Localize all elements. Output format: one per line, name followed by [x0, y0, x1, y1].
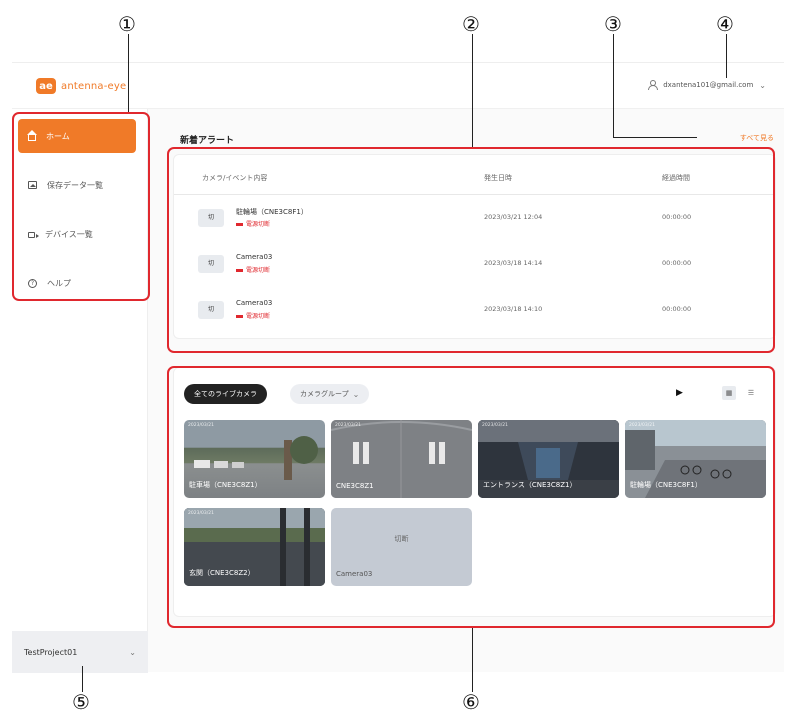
user-email: dxantena101@gmail.com	[663, 81, 754, 89]
chevron-down-icon: ⌄	[759, 80, 766, 90]
callout-4: ④	[716, 12, 734, 36]
highlight-box-alerts	[167, 147, 775, 353]
logo-text: antenna-eye	[61, 80, 127, 92]
user-icon	[647, 80, 659, 90]
leader-line	[613, 34, 614, 138]
leader-line	[82, 666, 83, 692]
see-all-link[interactable]: すべて見る	[740, 133, 774, 143]
highlight-box-live-cameras	[167, 366, 775, 628]
leader-line	[472, 34, 473, 147]
callout-2: ②	[462, 12, 480, 36]
logo[interactable]: ae antenna-eye	[36, 78, 126, 94]
leader-line	[128, 34, 129, 112]
project-name: TestProject01	[24, 647, 78, 657]
chevron-down-icon: ⌄	[129, 647, 136, 657]
leader-line	[613, 137, 697, 138]
highlight-box-sidebar-nav	[12, 112, 150, 301]
callout-3: ③	[604, 12, 622, 36]
callout-1: ①	[118, 12, 136, 36]
leader-line	[472, 628, 473, 692]
project-selector[interactable]: TestProject01 ⌄	[12, 631, 148, 673]
user-menu[interactable]: dxantena101@gmail.com ⌄	[647, 80, 766, 90]
logo-mark: ae	[36, 78, 56, 94]
leader-line	[726, 34, 727, 78]
callout-6: ⑥	[462, 690, 480, 714]
alerts-title: 新着アラート	[180, 136, 235, 146]
callout-5: ⑤	[72, 690, 90, 714]
